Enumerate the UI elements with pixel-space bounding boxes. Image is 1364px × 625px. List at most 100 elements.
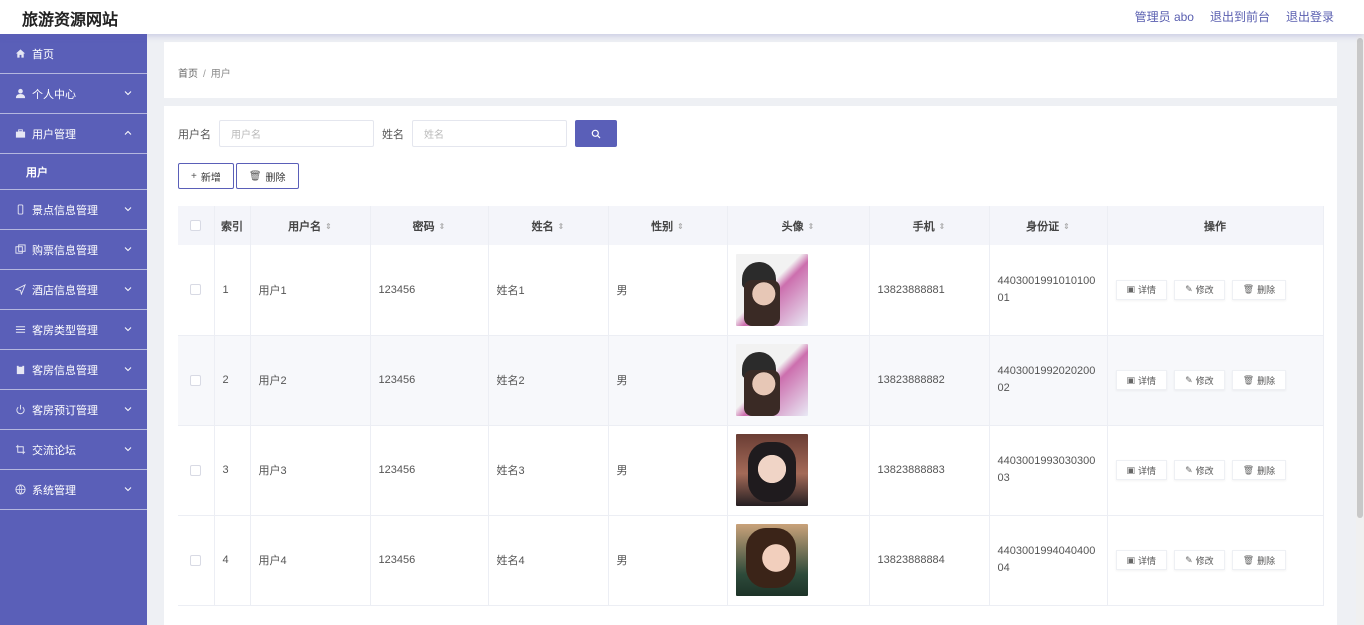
sidebar-item-system[interactable]: 系统管理 [0, 470, 147, 510]
action-buttons: + 新增 🗑 删除 [178, 163, 299, 189]
row-checkbox[interactable] [190, 374, 202, 386]
breadcrumb-home[interactable]: 首页 [178, 69, 198, 80]
trash-icon: 🗑 [1242, 554, 1255, 565]
detail-icon: ▣ [1126, 374, 1136, 385]
edit-label: 修改 [1195, 465, 1214, 476]
delete-button[interactable]: 🗑 删除 [1231, 550, 1287, 570]
column-header-password[interactable]: 密码 ⇕ [370, 206, 489, 245]
sidebar-item-label: 客房类型管理 [32, 324, 98, 337]
actions-cell: ▣ 详情 ✎ 修改 🗑 删除 [1107, 425, 1324, 516]
edit-button[interactable]: ✎ 修改 [1174, 460, 1225, 480]
sidebar-item-bookings[interactable]: 客房预订管理 [0, 390, 147, 430]
sidebar-item-hotels[interactable]: 酒店信息管理 [0, 270, 147, 310]
sidebar-subitem-users[interactable]: 用户 [0, 154, 147, 190]
sort-icon[interactable]: ⇕ [325, 222, 332, 231]
sidebar-item-user-management[interactable]: 用户管理 [0, 114, 147, 154]
header-password-label: 密码 [412, 220, 435, 233]
name-cell: 姓名4 [488, 515, 609, 606]
idcard-cell: 440300199404040004 [989, 515, 1108, 606]
chevron-down-icon [124, 247, 132, 252]
detail-label: 详情 [1138, 285, 1157, 296]
delete-button[interactable]: 🗑 删除 [1231, 370, 1287, 390]
delete-label: 删除 [1257, 285, 1276, 296]
page-scrollbar[interactable] [1356, 34, 1364, 625]
sort-icon[interactable]: ⇕ [808, 222, 815, 231]
detail-button[interactable]: ▣ 详情 [1115, 550, 1168, 570]
batch-delete-button[interactable]: 🗑 删除 [235, 163, 299, 189]
sort-icon[interactable]: ⇕ [1063, 222, 1070, 231]
scrollbar-thumb[interactable] [1357, 38, 1363, 518]
username-cell: 用户2 [250, 335, 371, 426]
sidebar-item-label: 景点信息管理 [32, 204, 98, 217]
table-row: 3 用户3 123456 姓名3 男 13823888883 440300199… [178, 425, 1324, 516]
sidebar-item-label: 客房预订管理 [32, 404, 98, 417]
sidebar-item-tickets[interactable]: 购票信息管理 [0, 230, 147, 270]
sidebar-item-attractions[interactable]: 景点信息管理 [0, 190, 147, 230]
column-header-avatar[interactable]: 头像 ⇕ [727, 206, 870, 245]
row-select-cell [178, 425, 215, 516]
detail-button[interactable]: ▣ 详情 [1115, 460, 1168, 480]
sort-icon[interactable]: ⇕ [439, 222, 446, 231]
index-cell: 3 [214, 425, 251, 516]
column-header-name[interactable]: 姓名 ⇕ [488, 206, 609, 245]
row-checkbox[interactable] [190, 554, 202, 566]
detail-button[interactable]: ▣ 详情 [1115, 370, 1168, 390]
back-to-frontend-link[interactable]: 退出到前台 [1210, 8, 1270, 25]
sort-icon[interactable]: ⇕ [939, 222, 946, 231]
gender-cell: 男 [608, 245, 728, 336]
search-form: 用户名 用户名 姓名 姓名 [178, 120, 617, 147]
sidebar-item-profile[interactable]: 个人中心 [0, 74, 147, 114]
detail-button[interactable]: ▣ 详情 [1115, 279, 1168, 300]
edit-button[interactable]: ✎ 修改 [1174, 279, 1225, 300]
search-button[interactable] [575, 120, 617, 147]
username-label: 用户名 [178, 128, 211, 141]
column-header-username[interactable]: 用户名 ⇕ [250, 206, 371, 245]
breadcrumb: 首页 / 用户 [178, 65, 231, 80]
detail-icon: ▣ [1126, 464, 1136, 475]
crop-icon [14, 444, 26, 456]
select-all-checkbox[interactable] [190, 220, 202, 232]
edit-label: 修改 [1195, 555, 1214, 566]
chevron-down-icon [124, 367, 132, 372]
username-input[interactable]: 用户名 [219, 120, 374, 147]
phone-cell: 13823888881 [869, 245, 990, 336]
row-checkbox[interactable] [190, 464, 202, 476]
sidebar-item-forum[interactable]: 交流论坛 [0, 430, 147, 470]
top-bar: 旅游资源网站 管理员 abo 退出到前台 退出登录 [0, 0, 1364, 34]
idcard-value: 440300199101010001 [997, 274, 1096, 304]
name-input[interactable]: 姓名 [412, 120, 567, 147]
sidebar-item-label: 酒店信息管理 [32, 284, 98, 297]
avatar-cell [727, 245, 870, 336]
column-header-phone[interactable]: 手机 ⇕ [869, 206, 990, 245]
chevron-down-icon [124, 287, 132, 292]
sidebar-item-rooms[interactable]: 客房信息管理 [0, 350, 147, 390]
actions-cell: ▣ 详情 ✎ 修改 🗑 删除 [1107, 335, 1324, 426]
select-all-header [178, 206, 215, 245]
row-checkbox[interactable] [190, 284, 202, 296]
add-button[interactable]: + 新增 [178, 163, 234, 189]
phone-cell: 13823888883 [869, 425, 990, 516]
chevron-down-icon [124, 487, 132, 492]
edit-button[interactable]: ✎ 修改 [1174, 550, 1225, 570]
idcard-value: 440300199404040004 [997, 545, 1096, 574]
delete-button-label: 删除 [265, 172, 286, 184]
sidebar-item-label: 系统管理 [32, 484, 76, 497]
logout-link[interactable]: 退出登录 [1286, 8, 1334, 25]
sidebar-item-home[interactable]: 首页 [0, 34, 147, 74]
sort-icon[interactable]: ⇕ [558, 222, 565, 231]
chevron-down-icon [124, 91, 132, 96]
column-header-gender[interactable]: 性别 ⇕ [608, 206, 728, 245]
delete-label: 删除 [1257, 465, 1276, 476]
delete-button[interactable]: 🗑 删除 [1231, 460, 1287, 480]
home-icon [14, 48, 26, 60]
detail-label: 详情 [1138, 465, 1157, 476]
sort-icon[interactable]: ⇕ [677, 222, 684, 231]
edit-button[interactable]: ✎ 修改 [1174, 370, 1225, 390]
copy-icon [14, 244, 26, 256]
users-table: 索引 用户名 ⇕ 密码 ⇕ 姓名 ⇕ 性别 ⇕ 头像 ⇕ 手机 ⇕ 身份证 ⇕ 操作 1 用户… [178, 206, 1324, 606]
idcard-value: 440300199303030003 [997, 455, 1096, 484]
index-cell: 2 [214, 335, 251, 426]
sidebar-item-room-types[interactable]: 客房类型管理 [0, 310, 147, 350]
delete-button[interactable]: 🗑 删除 [1231, 279, 1287, 300]
column-header-idcard[interactable]: 身份证 ⇕ [989, 206, 1108, 245]
